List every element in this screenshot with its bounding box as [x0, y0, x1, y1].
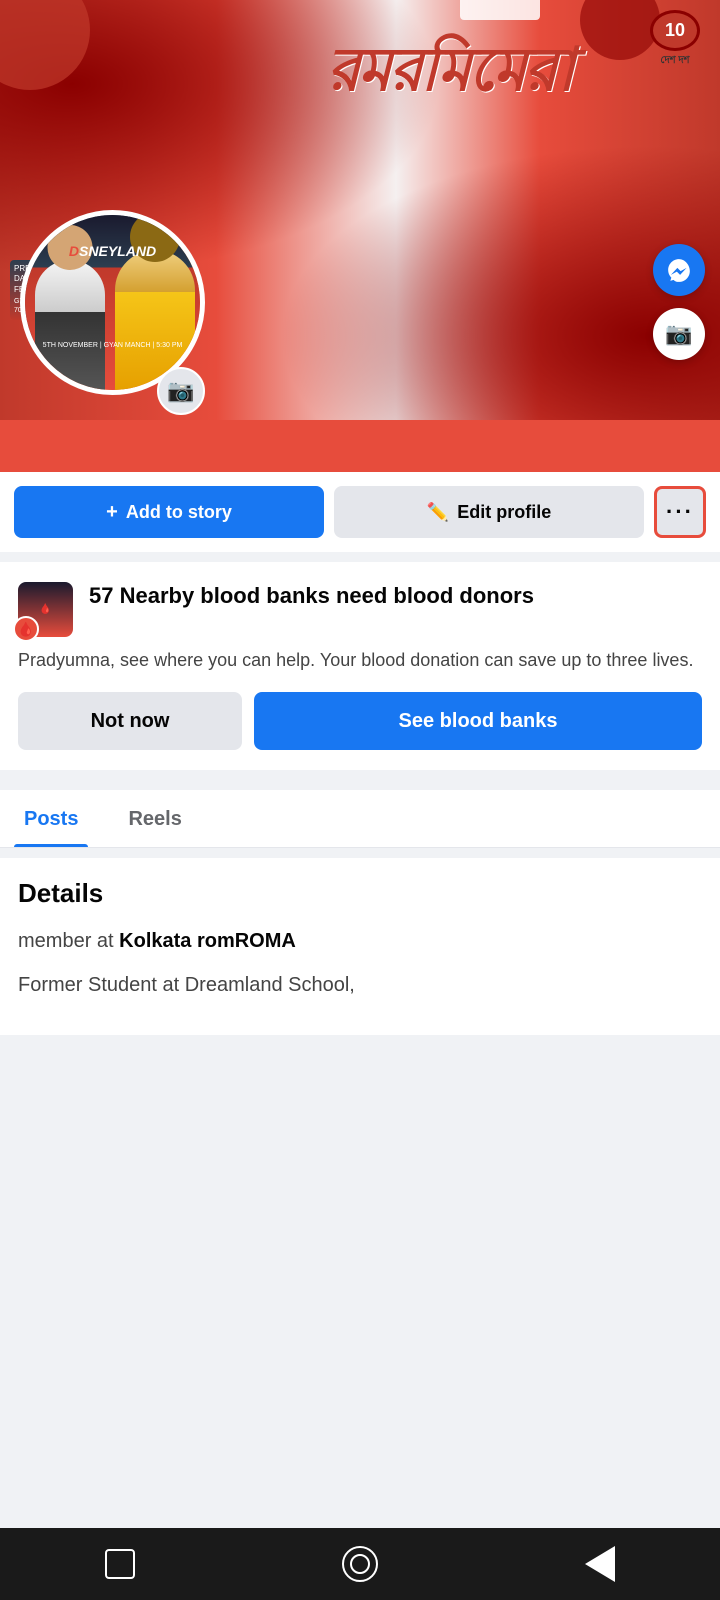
back-icon: [585, 1546, 615, 1582]
channel-logo: 10 দেশ দশ: [640, 10, 710, 70]
cover-title-area: রমরমিমেরা KOLKATA ROMROMA PRESENTS A 2 D…: [260, 40, 640, 100]
person-silhouette-1: [35, 260, 105, 390]
nav-square-button[interactable]: [90, 1534, 150, 1594]
detail-item-2: Former Student at Dreamland School,: [18, 971, 702, 999]
profile-event-details: 5TH NOVEMBER | GYAN MANCH | 5:30 PM: [35, 341, 190, 350]
details-section: Details member at Kolkata romROMA Former…: [0, 858, 720, 1035]
nav-home-button[interactable]: [330, 1534, 390, 1594]
blood-bank-card: 🩸 🩸 57 Nearby blood banks need blood don…: [0, 562, 720, 770]
more-options-button[interactable]: ···: [654, 486, 706, 538]
blood-bank-actions: Not now See blood banks: [18, 692, 702, 750]
blood-drop-icon: 🩸: [13, 616, 39, 642]
edit-profile-button[interactable]: ✏️ Edit profile: [334, 486, 644, 538]
tab-reels[interactable]: Reels: [118, 790, 191, 847]
square-icon: [105, 1549, 135, 1579]
detail-item-1: member at Kolkata romROMA: [18, 927, 702, 955]
navigation-bar: [0, 1528, 720, 1600]
detail-org: Kolkata romROMA: [119, 930, 296, 952]
blood-bank-description: Pradyumna, see where you can help. Your …: [18, 647, 702, 674]
see-blood-banks-button[interactable]: See blood banks: [254, 692, 702, 750]
camera-icon-button[interactable]: 📷: [653, 308, 705, 360]
tab-posts[interactable]: Posts: [14, 790, 88, 847]
profile-tabs: Posts Reels: [0, 790, 720, 848]
blood-bank-icon-container: 🩸 🩸: [18, 582, 73, 637]
channel-number: 10: [665, 20, 685, 41]
profile-picture-container: DSNEYLAND 5TH NOVEMBER | GYAN MANCH | 5:…: [20, 210, 210, 420]
add-to-story-button[interactable]: + Add to story: [14, 486, 324, 538]
blood-bank-header: 🩸 🩸 57 Nearby blood banks need blood don…: [18, 582, 702, 637]
right-action-icons: 📷: [653, 244, 705, 360]
event-info-ribbon: KOLKATA ROMROMA PRESENTS A 2 DAY THEATRE…: [460, 0, 540, 20]
disneyland-text: DSNEYLAND: [69, 243, 156, 259]
nav-back-button[interactable]: [570, 1534, 630, 1594]
blood-bank-title: 57 Nearby blood banks need blood donors: [89, 582, 534, 611]
profile-action-buttons: + Add to story ✏️ Edit profile ···: [0, 472, 720, 552]
channel-text: দেশ দশ: [660, 53, 689, 70]
add-icon: +: [106, 501, 118, 524]
pencil-icon: ✏️: [427, 502, 449, 523]
not-now-button[interactable]: Not now: [18, 692, 242, 750]
details-heading: Details: [18, 878, 702, 909]
divider: [0, 770, 720, 780]
messenger-icon-button[interactable]: [653, 244, 705, 296]
profile-camera-button[interactable]: 📷: [157, 367, 205, 415]
red-banner: [0, 420, 720, 472]
bengali-title: রমরমিমেরা: [260, 40, 640, 100]
circle-icon: [342, 1546, 378, 1582]
cover-image: 10 দেশ দশ রমরমিমেরা KOLKATA ROMROMA PRES…: [0, 0, 720, 420]
